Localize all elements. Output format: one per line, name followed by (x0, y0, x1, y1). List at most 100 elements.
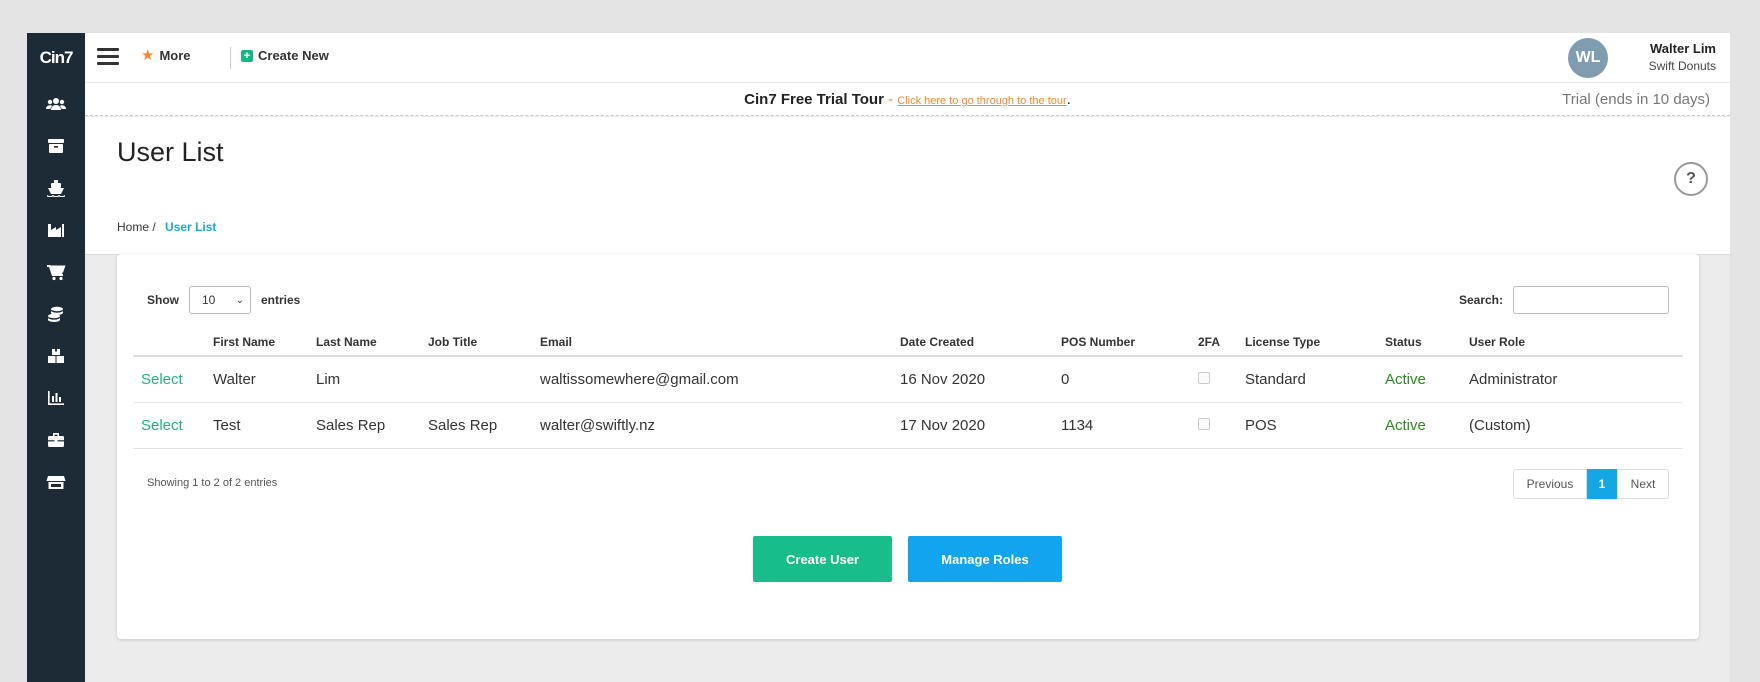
breadcrumb: Home / User List (117, 220, 216, 234)
sidebar-item-sales[interactable] (27, 251, 85, 293)
plus-square-icon: + (241, 49, 253, 62)
manage-roles-button[interactable]: Manage Roles (908, 536, 1062, 582)
cell-license-type: Standard (1237, 356, 1377, 403)
breadcrumb-current: User List (165, 220, 217, 234)
col-last-name[interactable]: Last Name (308, 329, 420, 357)
hamburger-line (97, 48, 119, 51)
sidebar-item-contacts[interactable] (27, 83, 85, 125)
factory-icon (48, 224, 64, 237)
warehouse-icon (48, 349, 64, 363)
box-icon (48, 139, 64, 153)
tour-link[interactable]: Click here to go through to the tour (897, 95, 1066, 107)
sidebar-item-inventory[interactable] (27, 335, 85, 377)
trial-banner: Cin7 Free Trial Tour - Click here to go … (85, 83, 1730, 116)
col-status[interactable]: Status (1377, 329, 1461, 357)
users-table: First Name Last Name Job Title Email Dat… (133, 329, 1683, 449)
col-action (133, 329, 205, 357)
table-info: Showing 1 to 2 of 2 entries (147, 477, 278, 489)
sidebar-item-integrations[interactable] (27, 419, 85, 461)
avatar[interactable]: WL (1568, 38, 1608, 78)
store-icon (46, 476, 66, 489)
page-1-button[interactable]: 1 (1587, 469, 1617, 499)
hamburger-line (97, 55, 119, 58)
entries-select[interactable]: 10 ⌄ (189, 286, 251, 314)
select-link[interactable]: Select (133, 356, 205, 403)
hamburger-menu-icon[interactable] (97, 48, 119, 66)
cell-pos-number: 0 (1053, 356, 1190, 403)
trial-status: Trial (ends in 10 days) (1562, 91, 1710, 108)
breadcrumb-separator: / (152, 220, 156, 234)
tour-suffix: . (1066, 91, 1071, 108)
user-name: Walter Lim (1650, 41, 1716, 56)
search-label: Search: (1458, 293, 1503, 307)
col-job-title[interactable]: Job Title (420, 329, 532, 357)
top-bar: ★ More + Create New WL Walter Lim Swift … (85, 33, 1730, 83)
cell-email: waltissomewhere@gmail.com (532, 356, 892, 403)
entries-value: 10 (202, 293, 216, 307)
cell-last-name: Lim (308, 356, 420, 403)
star-icon: ★ (141, 47, 155, 64)
hamburger-line (97, 62, 119, 65)
tour-title: Cin7 Free Trial Tour (744, 91, 884, 108)
cell-last-name: Sales Rep (308, 402, 420, 449)
sidebar-item-store[interactable] (27, 461, 85, 503)
sidebar-item-products[interactable] (27, 125, 85, 167)
table-header-row: First Name Last Name Job Title Email Dat… (133, 329, 1683, 357)
ship-icon (47, 180, 65, 197)
user-info[interactable]: Walter Lim Swift Donuts (1649, 41, 1716, 73)
2fa-checkbox[interactable] (1198, 417, 1210, 430)
cin7-logo[interactable]: Cin7 (27, 33, 85, 83)
cell-user-role: (Custom) (1461, 402, 1683, 449)
briefcase-icon (48, 433, 64, 447)
pagination: Previous 1 Next (1513, 469, 1669, 499)
cell-job-title (420, 356, 532, 403)
sidebar-item-shipping[interactable] (27, 167, 85, 209)
table-row: Select Walter Lim waltissomewhere@gmail.… (133, 356, 1683, 403)
col-user-role[interactable]: User Role (1461, 329, 1683, 357)
cell-first-name: Test (205, 402, 308, 449)
cell-status: Active (1377, 356, 1461, 403)
cell-2fa (1190, 402, 1237, 449)
cell-date-created: 17 Nov 2020 (892, 402, 1053, 449)
breadcrumb-home[interactable]: Home (117, 220, 149, 234)
cell-job-title: Sales Rep (420, 402, 532, 449)
search-input[interactable] (1513, 286, 1669, 314)
table-row: Select Test Sales Rep Sales Rep walter@s… (133, 402, 1683, 449)
next-page-button[interactable]: Next (1617, 469, 1669, 499)
more-label: More (159, 48, 191, 63)
create-new-button[interactable]: + Create New (241, 48, 329, 63)
previous-page-button[interactable]: Previous (1513, 469, 1587, 499)
show-label: Show (147, 293, 179, 307)
cell-user-role: Administrator (1461, 356, 1683, 403)
sidebar-nav (27, 83, 85, 503)
col-pos-number[interactable]: POS Number (1053, 329, 1190, 357)
sidebar-item-accounting[interactable] (27, 293, 85, 335)
company-name: Swift Donuts (1648, 59, 1716, 73)
tour-message: Cin7 Free Trial Tour - Click here to go … (85, 91, 1730, 108)
cell-license-type: POS (1237, 402, 1377, 449)
select-link[interactable]: Select (133, 402, 205, 449)
cell-pos-number: 1134 (1053, 402, 1190, 449)
help-button[interactable]: ? (1674, 162, 1708, 196)
sidebar-item-reports[interactable] (27, 377, 85, 419)
create-user-button[interactable]: Create User (753, 536, 892, 582)
sidebar-item-production[interactable] (27, 209, 85, 251)
chevron-down-icon: ⌄ (235, 294, 244, 306)
cart-icon (47, 265, 66, 281)
create-new-label: Create New (258, 48, 329, 63)
cell-status: Active (1377, 402, 1461, 449)
cell-date-created: 16 Nov 2020 (892, 356, 1053, 403)
col-2fa[interactable]: 2FA (1190, 329, 1237, 357)
col-email[interactable]: Email (532, 329, 892, 357)
col-date-created[interactable]: Date Created (892, 329, 1053, 357)
page-header: User List Home / User List ? (85, 117, 1730, 255)
tour-separator: - (883, 91, 898, 108)
col-first-name[interactable]: First Name (205, 329, 308, 357)
col-license-type[interactable]: License Type (1237, 329, 1377, 357)
entries-length-control: Show 10 ⌄ entries (147, 286, 300, 314)
cell-first-name: Walter (205, 356, 308, 403)
more-menu[interactable]: ★ More (141, 48, 191, 63)
2fa-checkbox[interactable] (1198, 371, 1210, 384)
sidebar: Cin7 (27, 33, 85, 682)
page-title: User List (117, 137, 224, 167)
